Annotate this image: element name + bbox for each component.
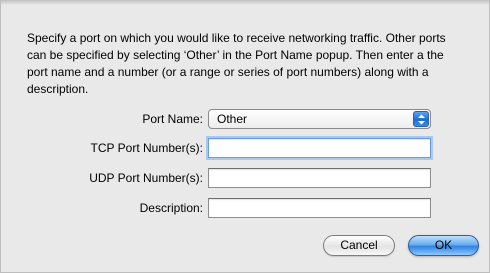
tcp-port-field[interactable] — [208, 138, 431, 158]
description-field[interactable] — [208, 198, 431, 218]
port-name-value: Other — [217, 112, 248, 126]
instructions-text: Specify a port on which you would like t… — [27, 31, 446, 96]
description-label: Description: — [139, 201, 203, 215]
udp-port-label: UDP Port Number(s): — [89, 171, 203, 185]
port-name-row: Port Name: Other — [1, 109, 489, 131]
up-down-arrows-icon — [413, 111, 429, 127]
cancel-button[interactable]: Cancel — [323, 235, 395, 256]
udp-port-row: UDP Port Number(s): — [1, 168, 489, 190]
description-row: Description: — [1, 198, 489, 220]
udp-port-field[interactable] — [208, 168, 431, 188]
port-dialog-sheet: Specify a port on which you would like t… — [0, 0, 490, 273]
port-name-label: Port Name: — [142, 112, 203, 126]
tcp-port-row: TCP Port Number(s): — [1, 138, 489, 160]
port-name-popup[interactable]: Other — [208, 109, 431, 129]
ok-button[interactable]: OK — [408, 235, 479, 256]
tcp-port-label: TCP Port Number(s): — [90, 141, 203, 155]
